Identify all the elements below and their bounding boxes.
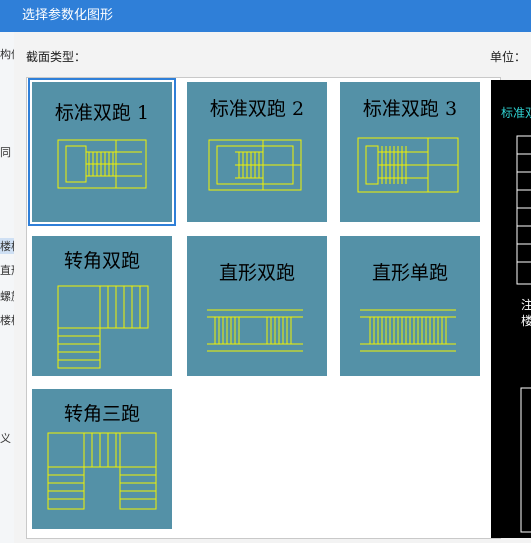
stair-standard-double-2-icon [208,139,302,191]
stair-standard-double-1-icon [57,139,147,189]
shape-grid-panel: 标准双跑 1 标准双跑 2 标准双跑 3 转角双跑 直形双跑 直形单跑 转角三跑 [26,77,501,539]
shape-cell-straight-single[interactable]: 直形单跑 [340,236,480,376]
section-type-label: 截面类型： [26,50,87,64]
background-window-strip: 构件 同 楼梯 直形 螺旋 楼梯 义 [0,32,22,543]
shape-preview-panel: 标准双 注 楼 [491,80,531,538]
shape-cell-straight-double[interactable]: 直形双跑 [187,236,327,376]
dialog-titlebar[interactable]: 选择参数化图形 [0,0,531,32]
shape-cell-standard-double-2[interactable]: 标准双跑 2 [187,82,327,222]
stair-corner-double-icon [57,285,149,369]
stair-standard-double-3-icon [357,137,459,193]
unit-label: 单位： [490,50,527,64]
select-parametric-shape-dialog: 选择参数化图形 截面类型： 单位： 标准双跑 1 标准双跑 2 标准双跑 3 转… [0,0,531,543]
preview-note: 注 [521,298,531,312]
stair-corner-triple-icon [47,432,157,510]
stair-straight-double-icon [207,309,303,352]
dialog-title: 选择参数化图形 [22,8,114,23]
stair-straight-single-icon [360,309,456,352]
shape-cell-standard-double-3[interactable]: 标准双跑 3 [340,82,480,222]
shape-cell-standard-double-1[interactable]: 标准双跑 1 [28,78,176,226]
shape-cell-corner-triple[interactable]: 转角三跑 [32,389,172,529]
background-text: 同 [0,146,11,159]
background-text: 义 [0,432,11,445]
preview-note: 楼 [521,314,531,328]
shape-cell-corner-double[interactable]: 转角双跑 [32,236,172,376]
